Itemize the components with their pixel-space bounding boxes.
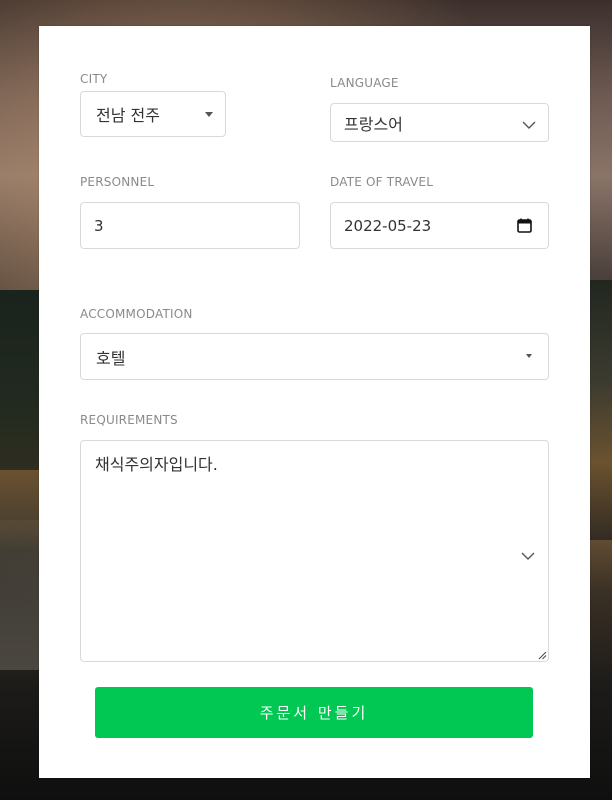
create-order-button[interactable]: 주문서 만들기	[95, 687, 533, 738]
accommodation-value: 호텔	[96, 348, 126, 368]
resize-handle-icon[interactable]	[537, 650, 547, 660]
city-select[interactable]: 전남 전주	[80, 91, 226, 137]
city-label: CITY	[80, 72, 108, 86]
personnel-label: PERSONNEL	[80, 175, 155, 189]
personnel-value: 3	[94, 216, 104, 235]
background-photo-right	[590, 280, 612, 540]
caret-down-icon	[205, 112, 213, 117]
chevron-down-icon	[522, 121, 536, 129]
requirements-textarea[interactable]: 채식주의자입니다.	[80, 440, 549, 662]
accommodation-label: ACCOMMODATION	[80, 307, 193, 321]
date-of-travel-input[interactable]: 2022-05-23	[330, 202, 549, 249]
language-label: LANGUAGE	[330, 76, 399, 90]
chevron-down-icon	[521, 552, 535, 560]
caret-down-icon	[526, 354, 532, 358]
calendar-icon[interactable]	[517, 218, 532, 233]
language-select[interactable]: 프랑스어	[330, 103, 549, 142]
personnel-input[interactable]: 3	[80, 202, 300, 249]
date-of-travel-label: DATE OF TRAVEL	[330, 175, 434, 189]
date-of-travel-value: 2022-05-23	[344, 216, 432, 235]
accommodation-select[interactable]: 호텔	[80, 333, 549, 380]
city-value: 전남 전주	[96, 106, 160, 125]
requirements-value: 채식주의자입니다.	[95, 455, 218, 474]
background-water-left	[0, 470, 40, 670]
order-form-card: CITY 전남 전주 LANGUAGE 프랑스어 PERSONNEL 3 DAT…	[39, 26, 590, 778]
language-value: 프랑스어	[344, 114, 403, 134]
requirements-label: REQUIREMENTS	[80, 413, 178, 427]
